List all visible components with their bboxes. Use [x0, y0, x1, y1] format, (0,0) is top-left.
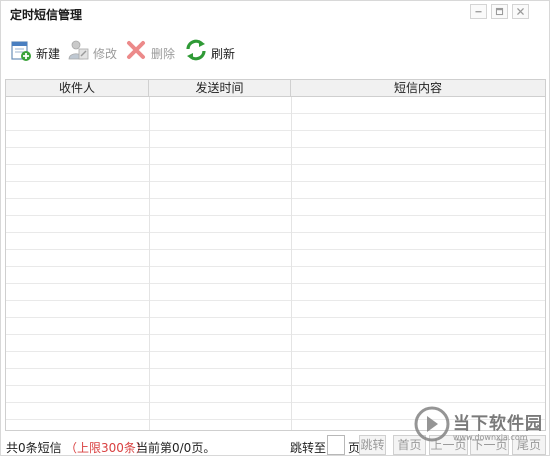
- refresh-button[interactable]: 刷新: [184, 37, 244, 65]
- sms-table[interactable]: 收件人 发送时间 短信内容: [5, 79, 546, 431]
- minimize-icon: [475, 11, 482, 13]
- column-header-recipient[interactable]: 收件人: [6, 80, 149, 96]
- new-document-icon: [11, 41, 31, 61]
- column-header-send-time[interactable]: 发送时间: [149, 80, 291, 96]
- watermark: 当下软件园 www.downxia.com: [413, 405, 550, 453]
- new-button[interactable]: 新建: [9, 37, 65, 65]
- sms-schedule-window: 定时短信管理 新建 修改 删除 刷新 收件人 发送时间 短信内容 共0条短信 （…: [0, 0, 550, 456]
- delete-button[interactable]: 删除: [124, 37, 180, 65]
- maximize-button[interactable]: [491, 4, 508, 19]
- close-icon: [517, 8, 524, 15]
- watermark-url: www.downxia.com: [453, 433, 528, 442]
- maximize-icon: [495, 7, 504, 16]
- watermark-logo-icon: [414, 406, 450, 442]
- column-divider: [291, 97, 292, 430]
- delete-button-label: 删除: [151, 47, 176, 61]
- toolbar: 新建 修改 删除 刷新: [7, 37, 547, 67]
- edit-user-icon: [68, 40, 89, 60]
- title-bar: 定时短信管理: [1, 1, 549, 27]
- window-title: 定时短信管理: [10, 8, 83, 22]
- refresh-arrows-icon: [186, 39, 206, 61]
- total-count-text: 共0条短信: [6, 441, 62, 455]
- column-divider: [149, 97, 150, 430]
- table-header: 收件人 发送时间 短信内容: [6, 80, 545, 97]
- edit-button-label: 修改: [93, 47, 118, 61]
- watermark-name: 当下软件园: [453, 414, 543, 434]
- table-body[interactable]: [6, 97, 545, 430]
- delete-x-icon: [127, 41, 145, 59]
- jump-button[interactable]: 跳转: [359, 435, 386, 455]
- column-header-content[interactable]: 短信内容: [291, 80, 545, 96]
- new-button-label: 新建: [36, 47, 61, 61]
- refresh-button-label: 刷新: [211, 47, 236, 61]
- edit-button[interactable]: 修改: [66, 37, 122, 65]
- goto-label: 跳转至: [290, 441, 327, 455]
- page-number-input[interactable]: [327, 435, 345, 455]
- current-page-text: 当前第0/0页。: [136, 441, 216, 455]
- minimize-button[interactable]: [470, 4, 487, 19]
- close-button[interactable]: [512, 4, 529, 19]
